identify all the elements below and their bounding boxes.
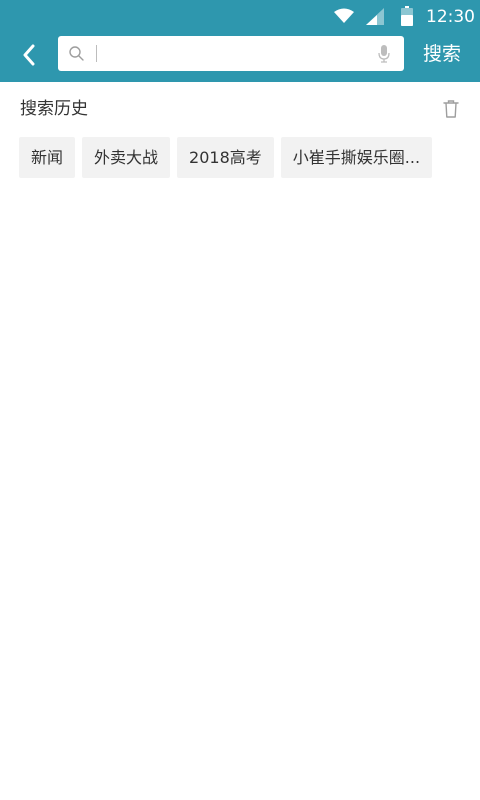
text-caret [96, 45, 97, 62]
history-chip[interactable]: 新闻 [19, 137, 76, 178]
app-header: 12:30 搜索 [0, 0, 480, 82]
search-button[interactable]: 搜索 [414, 40, 470, 68]
status-time: 12:30 [426, 7, 475, 27]
history-chip[interactable]: 小崔手撕娱乐圈... [280, 137, 433, 178]
search-icon [69, 46, 84, 61]
history-chip[interactable]: 2018高考 [177, 137, 274, 178]
signal-icon [366, 8, 384, 25]
wifi-icon [334, 8, 354, 23]
status-bar: 12:30 [0, 0, 480, 34]
search-history-title: 搜索历史 [20, 99, 88, 119]
back-button[interactable] [14, 40, 46, 70]
history-chip[interactable]: 外卖大战 [82, 137, 171, 178]
search-box[interactable] [58, 36, 404, 71]
microphone-icon[interactable] [378, 45, 390, 63]
trash-icon[interactable] [443, 100, 459, 118]
search-input[interactable] [96, 36, 366, 71]
battery-icon [401, 6, 413, 26]
chevron-left-icon [23, 44, 35, 66]
search-history-list: 新闻 外卖大战 2018高考 小崔手撕娱乐圈... [19, 137, 433, 178]
